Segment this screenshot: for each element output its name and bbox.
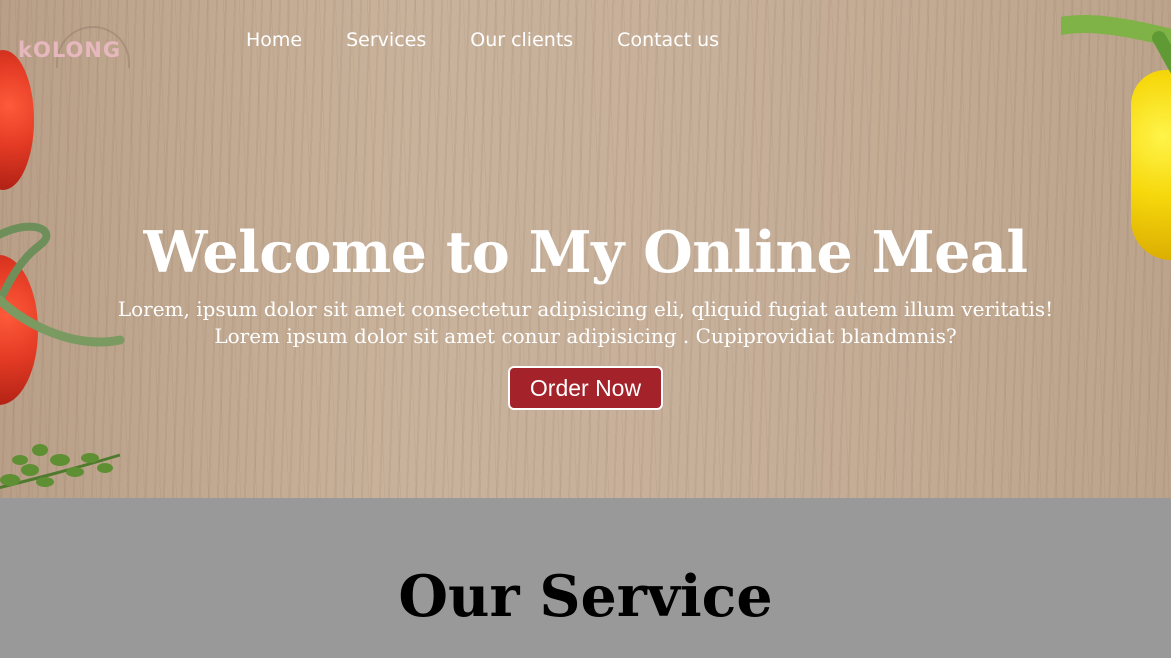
order-now-button[interactable]: Order Now (507, 366, 664, 410)
services-title: Our Service (398, 563, 773, 630)
hero-content: Welcome to My Online Meal Lorem, ipsum d… (0, 222, 1171, 410)
nav-links: Home Services Our clients Contact us (246, 29, 763, 51)
services-section: Our Service (0, 498, 1171, 658)
hero-description: Lorem, ipsum dolor sit amet consectetur … (116, 296, 1056, 350)
hero-description-line1: Lorem, ipsum dolor sit amet consectetur … (117, 297, 1054, 321)
hero-section: kOLONG Home Services Our clients Contact… (0, 0, 1171, 498)
hero-title: Welcome to My Online Meal (143, 219, 1028, 286)
logo-text: kOLONG (18, 38, 122, 62)
nav-link-home[interactable]: Home (246, 29, 302, 51)
top-navbar: kOLONG Home Services Our clients Contact… (0, 26, 1171, 68)
herb-image (0, 444, 121, 490)
logo[interactable]: kOLONG (18, 26, 150, 68)
nav-link-our-clients[interactable]: Our clients (470, 29, 573, 51)
tomato-image (0, 50, 34, 190)
hero-description-line2: Lorem ipsum dolor sit amet conur adipisi… (214, 324, 957, 348)
nav-link-contact-us[interactable]: Contact us (617, 29, 719, 51)
nav-link-services[interactable]: Services (346, 29, 426, 51)
